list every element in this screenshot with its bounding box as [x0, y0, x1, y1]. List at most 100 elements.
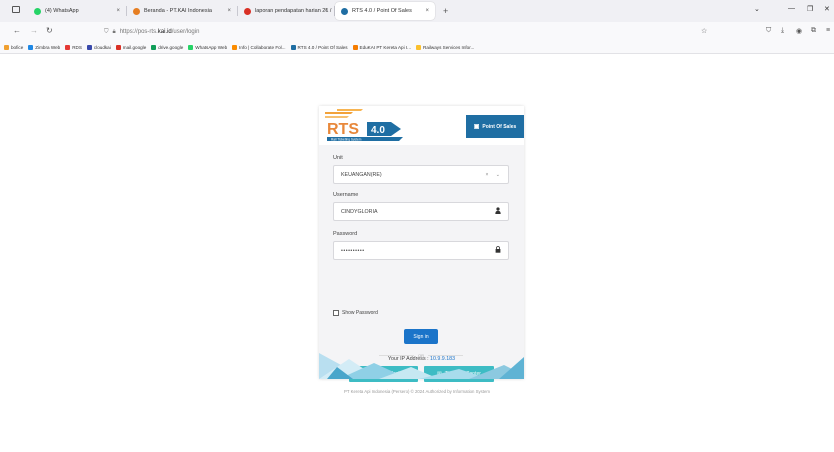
- login-card-header: RTS 4.0 Rail Ticketing System ▣ Point Of…: [319, 106, 524, 143]
- tab-list-icon[interactable]: [12, 6, 20, 13]
- pos-terminal-icon: ▣: [473, 124, 480, 130]
- browser-tab-bar: (4) WhatsApp × Beranda - PT.KAI Indonesia ×…: [0, 0, 834, 22]
- bookmark-label: drive.google: [158, 45, 184, 50]
- minimize-icon[interactable]: —: [788, 5, 795, 12]
- lock-icon: [495, 246, 501, 255]
- password-value: ••••••••••: [341, 247, 365, 254]
- close-tab-icon[interactable]: ×: [425, 8, 429, 14]
- menu-icon[interactable]: ≡: [826, 27, 830, 34]
- tab-favicon-icon: [133, 7, 140, 15]
- show-password-row[interactable]: Show Password: [333, 310, 378, 316]
- bookmark-label: RTS 4.0 / Point Of Sales: [297, 45, 348, 50]
- bookmark-item[interactable]: RDS: [65, 45, 82, 50]
- reload-icon[interactable]: ↻: [46, 26, 53, 35]
- bookmark-label: WhatsApp Web: [195, 45, 228, 50]
- tab-label: Beranda - PT.KAI Indonesia: [144, 8, 212, 14]
- bookmark-item[interactable]: RTS 4.0 / Point Of Sales: [290, 45, 348, 50]
- logo-tagline: Rail Ticketing System: [331, 137, 362, 141]
- new-tab-icon[interactable]: +: [443, 6, 448, 16]
- bookmark-favicon-icon: [86, 45, 92, 50]
- browser-tab[interactable]: laporan pendapatan harian 21 /×: [238, 2, 334, 20]
- tab-point-of-sales[interactable]: ▣ Point Of Sales: [466, 115, 524, 138]
- bookmark-favicon-icon: [290, 45, 296, 50]
- bookmark-favicon-icon: [188, 45, 194, 50]
- logo-version-text: 4.0: [371, 125, 385, 136]
- bookmark-item[interactable]: cloudkai: [86, 45, 111, 50]
- username-label: Username: [333, 192, 359, 198]
- browser-nav-bar: ← → ↻ ⛉ 🔒︎ https://pos-rts. kai.id/user/l…: [0, 22, 834, 42]
- bookmark-item[interactable]: mail.google: [115, 45, 147, 50]
- close-tab-icon[interactable]: ×: [116, 8, 120, 14]
- bookmark-item[interactable]: EduKAI PT Kereta Api I...: [352, 45, 412, 50]
- shield-icon: ⛉: [104, 28, 109, 35]
- password-input[interactable]: ••••••••••: [333, 241, 509, 260]
- logo-rts-text: RTS: [327, 121, 359, 138]
- tab-favicon-icon: [34, 7, 41, 15]
- bookmark-favicon-icon: [232, 45, 238, 50]
- bookmark-item[interactable]: WhatsApp Web: [188, 45, 227, 50]
- bookmarks-bar: bofice Zimbra Web RDS cloudkai mail.google dr…: [0, 42, 834, 54]
- bookmark-label: Railways Services Infor...: [423, 45, 475, 50]
- bookmark-favicon-icon: [28, 45, 34, 50]
- close-tab-icon[interactable]: ×: [324, 8, 328, 14]
- sign-in-button[interactable]: Sign in: [404, 329, 438, 344]
- unit-label: Unit: [333, 155, 343, 161]
- account-icon[interactable]: ◉: [796, 27, 802, 35]
- bookmark-label: Zimbra Web: [35, 45, 61, 50]
- bookmark-item[interactable]: Zimbra Web: [28, 45, 60, 50]
- close-window-icon[interactable]: ✕: [824, 5, 830, 13]
- login-card: RTS 4.0 Rail Ticketing System ▣ Point Of…: [319, 106, 524, 382]
- bookmark-label: EduKAI PT Kereta Api I...: [359, 45, 412, 50]
- bookmark-star-icon[interactable]: ☆: [701, 27, 707, 35]
- bookmark-label: bofice: [11, 45, 24, 50]
- decorative-polygon-art: [319, 353, 524, 379]
- bookmark-favicon-icon: [4, 45, 9, 50]
- extensions-icon[interactable]: ⧉: [811, 27, 816, 35]
- bookmark-item[interactable]: Railways Services Infor...: [416, 45, 474, 50]
- tab-favicon-icon: [244, 7, 251, 15]
- tab-label: RTS 4.0 / Point Of Sales: [352, 8, 412, 14]
- bookmark-item[interactable]: Info | Collaborate Fol...: [232, 45, 286, 50]
- copyright-footer: PT Kereta Api Indonesia (Persero) © 2024…: [344, 389, 490, 394]
- username-input[interactable]: CINDYGLORIA: [333, 202, 509, 221]
- bookmark-favicon-icon: [115, 45, 121, 50]
- close-tab-icon[interactable]: ×: [227, 8, 231, 14]
- pocket-icon[interactable]: ⛉: [766, 27, 771, 35]
- address-bar[interactable]: ⛉ 🔒︎ https://pos-rts. kai.id/user/login: [104, 25, 744, 39]
- tab-point-of-sales-label: Point Of Sales: [482, 123, 517, 130]
- show-password-checkbox[interactable]: [333, 310, 339, 316]
- bookmark-item[interactable]: bofice: [4, 45, 23, 50]
- bookmark-label: cloudkai: [93, 45, 111, 50]
- rts-logo: RTS 4.0 Rail Ticketing System: [325, 109, 403, 141]
- url-prefix: https://pos-rts.: [119, 29, 158, 35]
- bookmark-label: Info | Collaborate Fol...: [239, 45, 286, 50]
- password-label: Password: [333, 231, 358, 237]
- tab-label: laporan pendapatan harian 21 /: [255, 8, 332, 14]
- lock-icon: 🔒︎: [112, 28, 116, 35]
- url-host: kai.id: [157, 29, 172, 35]
- unit-select[interactable]: KEUANGAN(RE) × ⌄: [333, 165, 509, 184]
- show-password-label: Show Password: [342, 310, 378, 316]
- back-icon[interactable]: ←: [13, 26, 21, 35]
- bookmark-label: RDS: [72, 45, 82, 50]
- forward-icon[interactable]: →: [30, 26, 38, 35]
- browser-tab[interactable]: RTS 4.0 / Point Of Sales ×: [335, 2, 435, 20]
- unit-select-value: KEUANGAN(RE): [341, 171, 382, 178]
- url-suffix: /user/login: [171, 29, 200, 35]
- ip-address-value: 10.9.9.183: [430, 356, 456, 362]
- login-form: Unit KEUANGAN(RE) × ⌄ Username CINDYGLOR…: [319, 145, 524, 382]
- browser-tab[interactable]: Beranda - PT.KAI Indonesia ×: [127, 2, 237, 20]
- ip-address-row: Your IP Address : 10.9.9.183: [319, 356, 524, 362]
- browser-tab[interactable]: (4) WhatsApp ×: [28, 2, 126, 20]
- bookmark-favicon-icon: [352, 45, 358, 50]
- download-icon[interactable]: ⤓: [781, 27, 784, 35]
- tab-label: (4) WhatsApp: [45, 8, 79, 14]
- bookmark-favicon-icon: [151, 45, 157, 50]
- ip-address-label: Your IP Address :: [387, 356, 429, 362]
- bookmark-label: mail.google: [122, 45, 147, 50]
- bookmark-item[interactable]: drive.google: [151, 45, 183, 50]
- user-icon: [495, 207, 501, 216]
- bookmark-favicon-icon: [65, 45, 71, 50]
- list-all-tabs-icon[interactable]: ⌄: [754, 5, 760, 13]
- maximize-icon[interactable]: ❐: [807, 5, 813, 13]
